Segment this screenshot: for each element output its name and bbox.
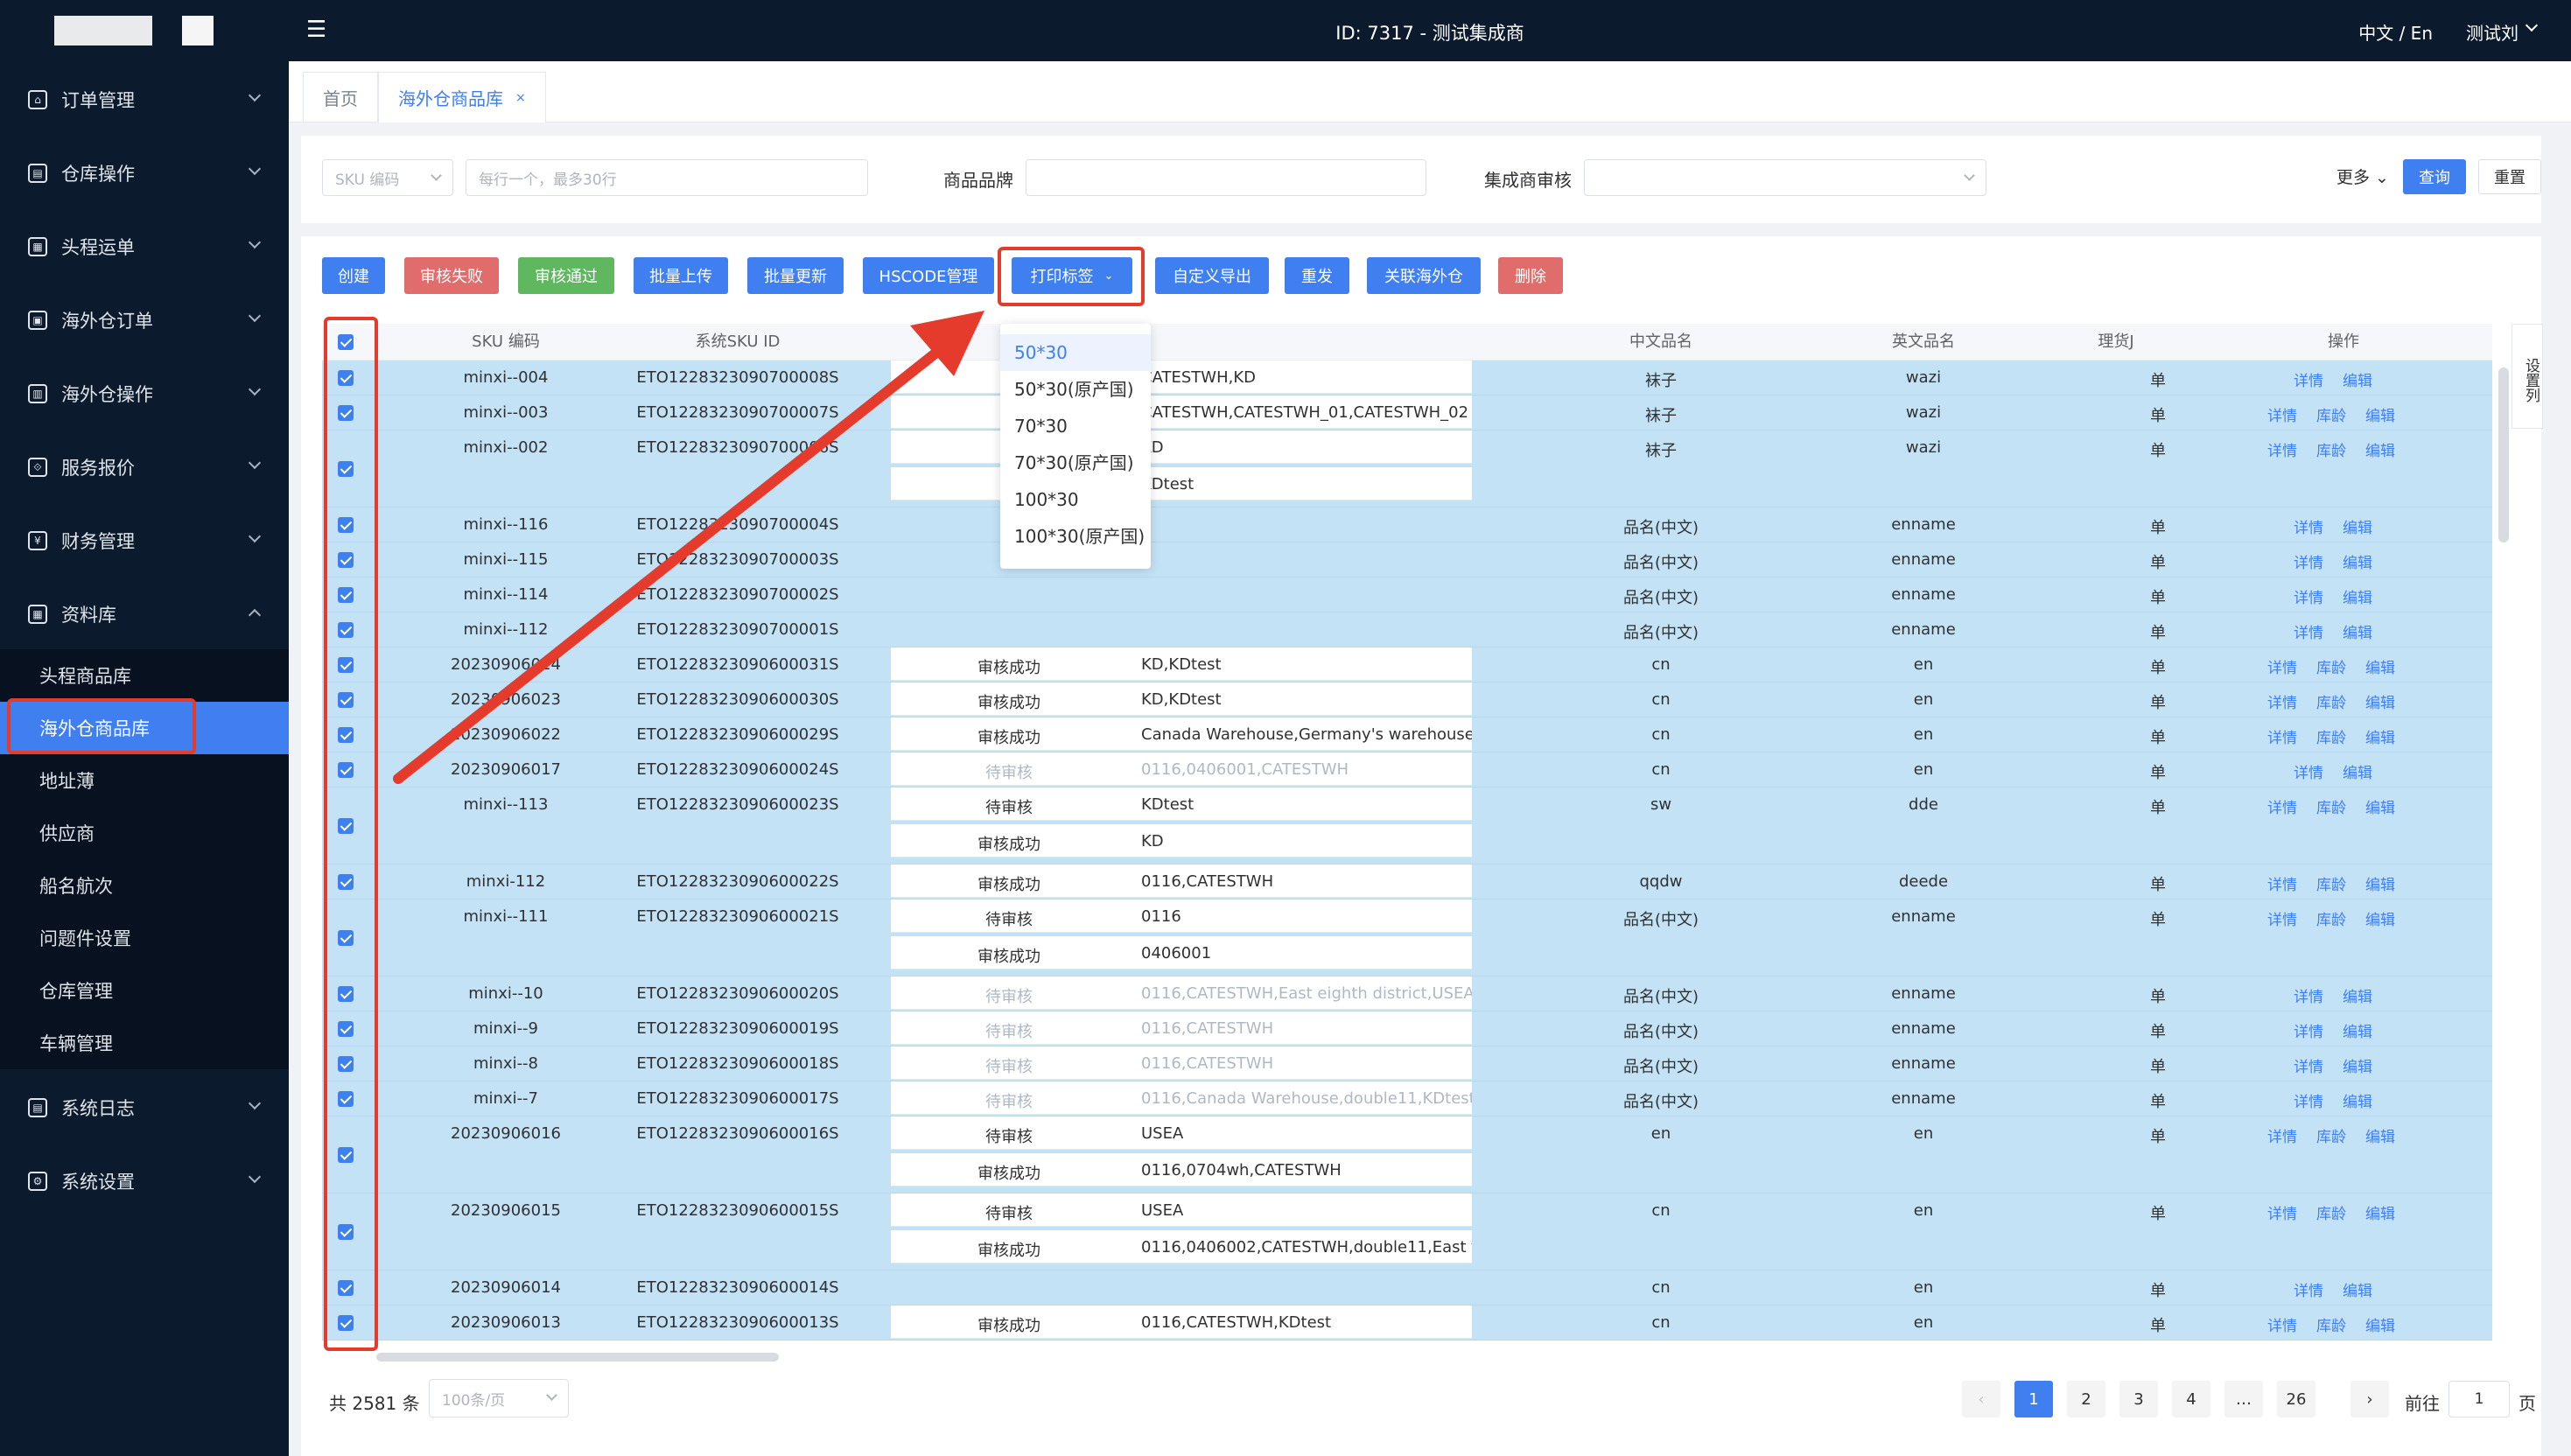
annotation-arrow xyxy=(393,311,984,784)
